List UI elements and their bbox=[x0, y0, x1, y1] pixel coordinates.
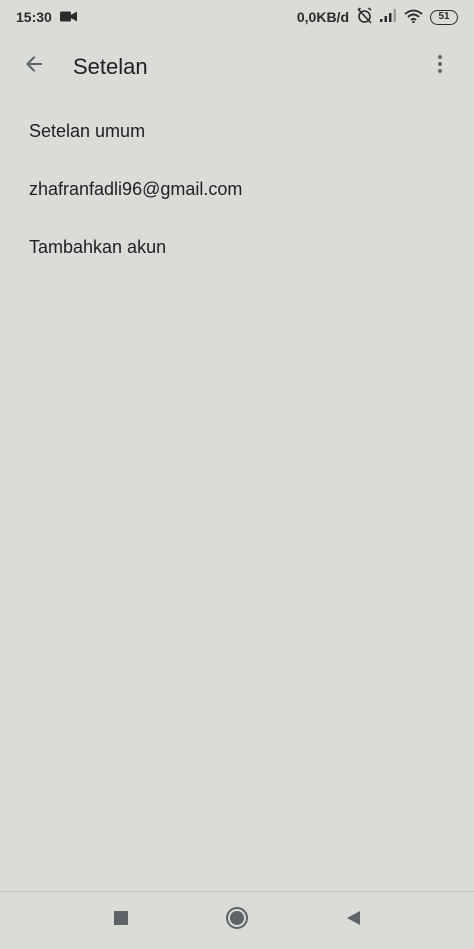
alarm-off-icon bbox=[356, 7, 373, 27]
wifi-icon bbox=[404, 9, 423, 26]
navigation-bar bbox=[0, 891, 474, 949]
status-time: 15:30 bbox=[16, 9, 52, 25]
list-item-account[interactable]: zhafranfadli96@gmail.com bbox=[0, 160, 474, 218]
settings-list: Setelan umum zhafranfadli96@gmail.com Ta… bbox=[0, 102, 474, 276]
square-icon bbox=[113, 910, 129, 931]
recents-button[interactable] bbox=[103, 903, 139, 939]
page-title: Setelan bbox=[73, 54, 148, 79]
list-item-label: zhafranfadli96@gmail.com bbox=[29, 178, 243, 199]
status-left: 15:30 bbox=[16, 9, 77, 25]
back-button[interactable] bbox=[14, 46, 54, 86]
network-speed: 0,0KB/d bbox=[296, 9, 349, 25]
video-camera-icon bbox=[59, 9, 77, 25]
circle-icon bbox=[225, 906, 249, 935]
list-item-label: Tambahkan akun bbox=[29, 236, 167, 257]
list-item-label: Setelan umum bbox=[29, 120, 146, 141]
nav-back-button[interactable] bbox=[335, 903, 371, 939]
status-bar: 15:30 0,0KB/d 51 bbox=[0, 0, 474, 34]
home-button[interactable] bbox=[219, 903, 255, 939]
list-item-general-settings[interactable]: Setelan umum bbox=[0, 102, 474, 160]
more-options-button[interactable] bbox=[420, 46, 460, 86]
more-vert-icon bbox=[428, 52, 452, 81]
list-item-add-account[interactable]: Tambahkan akun bbox=[0, 218, 474, 276]
triangle-back-icon bbox=[345, 910, 361, 931]
app-bar: Setelan bbox=[0, 34, 474, 102]
signal-icon bbox=[380, 9, 397, 25]
arrow-back-icon bbox=[22, 52, 46, 81]
battery-indicator: 51 bbox=[430, 9, 458, 25]
status-right: 0,0KB/d 51 bbox=[297, 7, 458, 27]
